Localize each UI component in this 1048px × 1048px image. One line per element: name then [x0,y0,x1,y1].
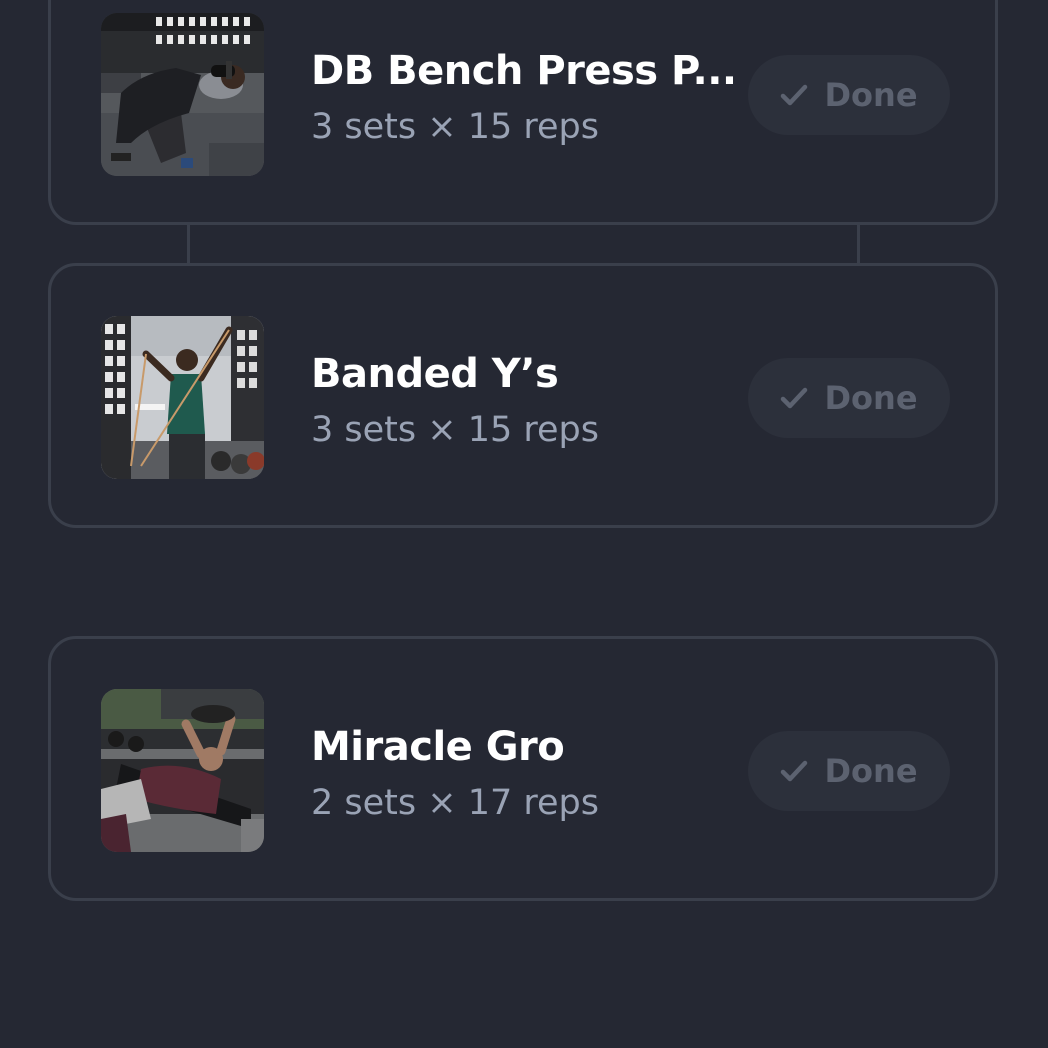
done-button[interactable]: Done [748,358,950,438]
done-button[interactable]: Done [748,55,950,135]
check-icon [780,83,808,107]
done-label: Done [824,379,918,417]
exercise-info: DB Bench Press P... 3 sets × 15 reps [311,45,741,149]
exercise-sets-reps: 3 sets × 15 reps [311,107,599,147]
exercise-info: Banded Y’s 3 sets × 15 reps [311,348,741,452]
superset-connector [187,225,190,265]
exercise-sets-reps: 2 sets × 17 reps [311,783,599,823]
exercise-thumbnail [101,689,264,852]
check-icon [780,759,808,783]
exercise-info: Miracle Gro 2 sets × 17 reps [311,721,741,825]
done-button[interactable]: Done [748,731,950,811]
superset-connector [857,225,860,265]
check-icon [780,386,808,410]
exercise-name: DB Bench Press P... [311,48,737,94]
bench-press-photo [101,13,264,176]
miracle-gro-photo [101,689,264,852]
exercise-sets-reps: 3 sets × 15 reps [311,410,599,450]
exercise-name: Miracle Gro [311,724,565,770]
banded-ys-photo [101,316,264,479]
done-label: Done [824,752,918,790]
exercise-card[interactable]: DB Bench Press P... 3 sets × 15 reps Don… [48,0,998,225]
workout-exercise-list: DB Bench Press P... 3 sets × 15 reps Don… [0,0,1048,1048]
exercise-name: Banded Y’s [311,351,559,397]
exercise-card[interactable]: Miracle Gro 2 sets × 17 reps Done [48,636,998,901]
exercise-thumbnail [101,13,264,176]
exercise-card[interactable]: Banded Y’s 3 sets × 15 reps Done [48,263,998,528]
exercise-thumbnail [101,316,264,479]
done-label: Done [824,76,918,114]
